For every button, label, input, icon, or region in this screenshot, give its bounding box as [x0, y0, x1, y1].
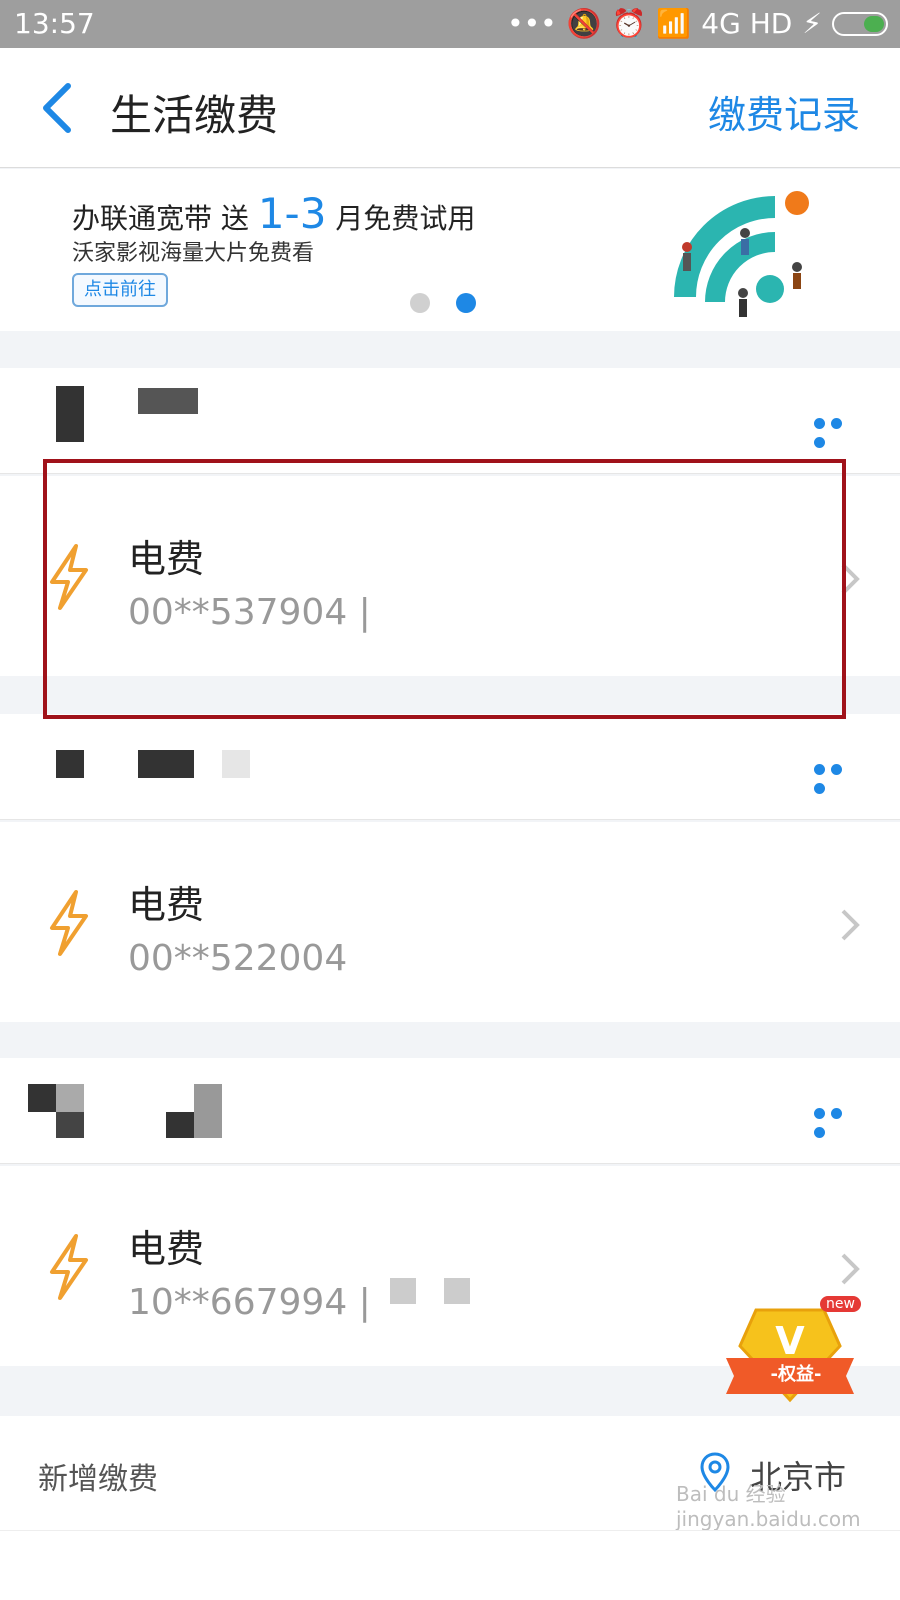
- rights-badge-label: -权益-: [770, 1364, 822, 1385]
- carousel-dot-active: [456, 293, 476, 313]
- nav-bar: 生活缴费 缴费记录: [0, 48, 900, 168]
- account-group-header: [0, 1058, 900, 1164]
- banner-subtitle: 沃家影视海量大片免费看: [72, 241, 315, 266]
- banner-headline-suffix: 月免费试用: [335, 202, 476, 235]
- status-bar: 13:57 ••• 🔕 ⏰ 📶 4G HD ⚡: [0, 0, 900, 48]
- status-time: 13:57: [14, 7, 95, 40]
- status-icons: ••• 🔕 ⏰ 📶 4G HD ⚡: [507, 7, 888, 40]
- back-arrow-icon[interactable]: [36, 80, 80, 136]
- chevron-right-icon: [841, 909, 860, 941]
- new-tag: new: [820, 1296, 861, 1312]
- banner-headline: 办联通宽带 送 1-3 月免费试用: [72, 189, 475, 238]
- blurred-name: [138, 388, 198, 414]
- banner-headline-highlight: 1-3: [257, 189, 327, 238]
- bill-name: 电费: [128, 883, 205, 927]
- battery-icon: [832, 11, 888, 36]
- blurred-address: [444, 1278, 470, 1304]
- blurred-name: [194, 1084, 222, 1138]
- blurred-name: [56, 1112, 84, 1138]
- blurred-name: [56, 386, 84, 442]
- annotation-highlight-box: [43, 459, 846, 719]
- mute-icon: 🔕: [566, 7, 602, 40]
- carousel-indicator: [410, 293, 476, 313]
- bill-name: 电费: [128, 1227, 205, 1271]
- blurred-name: [138, 750, 194, 778]
- alarm-icon: ⏰: [611, 7, 647, 40]
- chevron-right-icon: [841, 1253, 860, 1285]
- more-options-icon[interactable]: [814, 760, 860, 794]
- bill-account: 10**667994 |: [128, 1282, 371, 1323]
- more-options-icon[interactable]: [814, 1104, 860, 1138]
- blurred-name: [222, 750, 250, 778]
- blurred-name: [56, 750, 84, 778]
- baidu-watermark: Bai du 经验 jingyan.baidu.com: [676, 1482, 861, 1531]
- add-payment-label[interactable]: 新增缴费: [38, 1454, 158, 1498]
- badge-shield-icon: V: [726, 1308, 854, 1403]
- bottom-spacer: [0, 1530, 900, 1600]
- lightning-icon: [50, 1234, 88, 1300]
- more-options-icon[interactable]: [814, 414, 860, 448]
- bill-account: 00**522004: [128, 938, 348, 979]
- blurred-address: [390, 1278, 416, 1304]
- rights-badge[interactable]: V -权益- new: [720, 1296, 861, 1412]
- page-title: 生活缴费: [110, 91, 279, 140]
- payment-records-link[interactable]: 缴费记录: [708, 84, 860, 139]
- lightning-icon: [50, 890, 88, 956]
- promo-banner[interactable]: 办联通宽带 送 1-3 月免费试用 沃家影视海量大片免费看 点击前往: [0, 169, 900, 331]
- carousel-dot: [410, 293, 430, 313]
- banner-go-button[interactable]: 点击前往: [72, 273, 168, 307]
- account-group-header: [0, 714, 900, 820]
- blurred-name: [28, 1084, 56, 1112]
- wifi-icon: 📶: [656, 7, 692, 40]
- signal-text: 4G HD: [701, 7, 793, 40]
- more-dots-icon: •••: [507, 7, 557, 40]
- charging-icon: ⚡: [802, 7, 822, 40]
- blurred-name: [56, 1084, 84, 1112]
- svg-text:V: V: [775, 1319, 805, 1363]
- bill-item[interactable]: 电费 00**522004: [0, 822, 900, 1022]
- wifi-people-illustration: [674, 191, 809, 317]
- blurred-name: [166, 1112, 194, 1138]
- banner-headline-prefix: 办联通宽带 送: [72, 202, 249, 235]
